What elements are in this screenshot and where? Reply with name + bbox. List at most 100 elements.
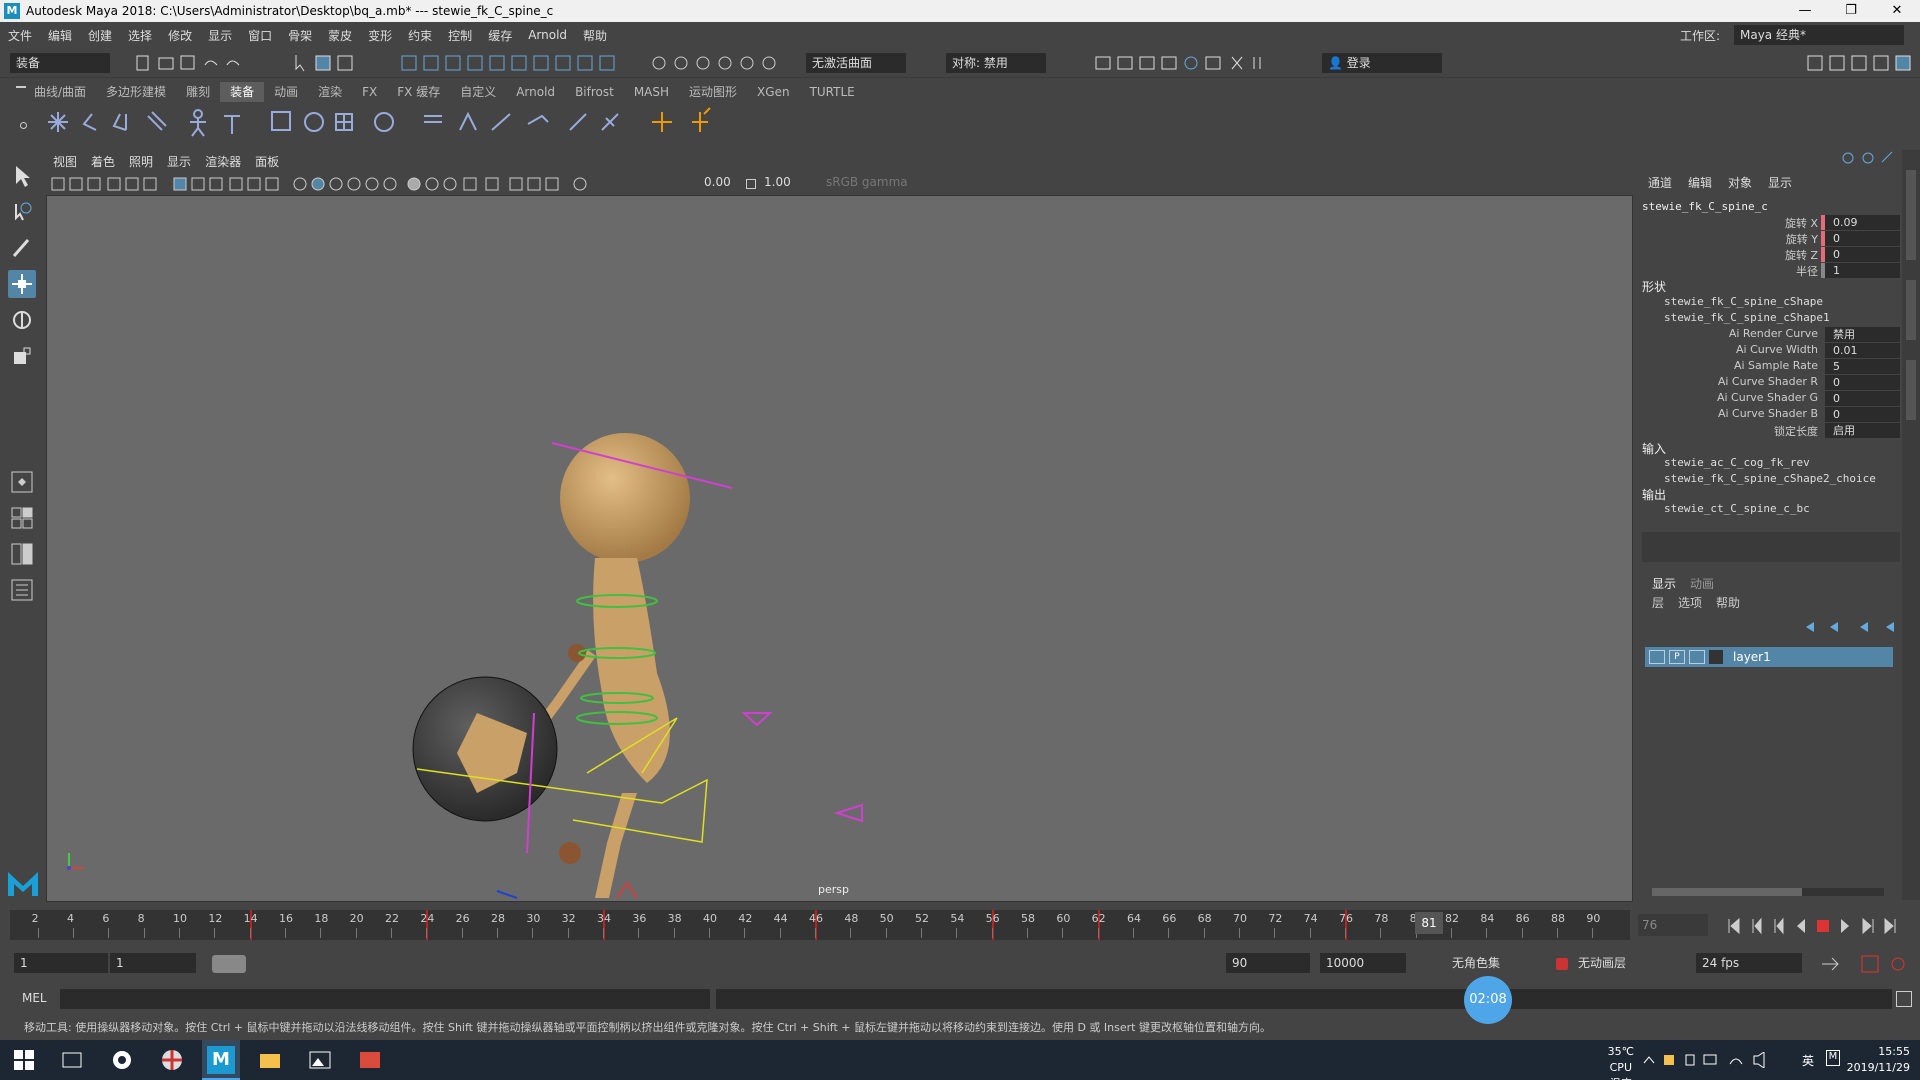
menuset-dropdown[interactable]: 装备 — [10, 53, 110, 73]
vp-menu-lighting[interactable]: 照明 — [122, 152, 160, 172]
vp-menu-show[interactable]: 显示 — [160, 152, 198, 172]
two-view-icon[interactable] — [8, 540, 36, 568]
anim-layer-dropdown[interactable]: 无动画层 — [1572, 953, 1672, 973]
range-option-icons[interactable] — [1818, 953, 1914, 975]
shelf-tab-rendering[interactable]: 渲染 — [308, 82, 352, 102]
select-tool-icon[interactable] — [8, 162, 36, 190]
cb-tab-edit[interactable]: 编辑 — [1680, 174, 1720, 191]
shelf-tab-curves[interactable]: 曲线/曲面 — [24, 82, 96, 102]
cb-attr-value[interactable]: 0 — [1825, 391, 1900, 406]
menu-select[interactable]: 选择 — [120, 27, 160, 44]
cpu-temp-widget[interactable]: 35℃ CPU温度 — [1608, 1044, 1634, 1080]
cb-attr-rotate-y[interactable]: 旋转 Y 0 — [1640, 231, 1902, 247]
cb-tab-show[interactable]: 显示 — [1760, 174, 1800, 191]
history-icons[interactable] — [650, 53, 800, 73]
windows-start-icon[interactable] — [10, 1046, 38, 1074]
shelf-tab-arnold[interactable]: Arnold — [506, 82, 565, 102]
cb-tab-object[interactable]: 对象 — [1720, 174, 1760, 191]
layer-scroll-thumb[interactable] — [1652, 888, 1802, 896]
gamma-field[interactable]: 1.00 — [764, 175, 791, 189]
ime-indicator[interactable]: 英 — [1802, 1052, 1814, 1069]
vp-menu-panels[interactable]: 面板 — [248, 152, 286, 172]
cb-shape-attr[interactable]: Ai Curve Shader R 0 — [1640, 375, 1902, 391]
cb-attr-rotate-z[interactable]: 旋转 Z 0 — [1640, 247, 1902, 263]
minimize-button[interactable]: — — [1782, 0, 1828, 22]
cb-shape-node[interactable]: stewie_fk_C_spine_cShape1 — [1664, 311, 1830, 324]
task-view-icon[interactable] — [58, 1046, 86, 1074]
cb-attr-value[interactable]: 0.09 — [1825, 215, 1900, 230]
scale-tool-icon[interactable] — [8, 342, 36, 370]
cb-attr-value[interactable]: 1 — [1825, 263, 1900, 278]
character-model[interactable] — [412, 433, 690, 898]
shelf-tab-xgen[interactable]: XGen — [747, 82, 800, 102]
layer-tab-display[interactable]: 显示 — [1652, 575, 1676, 592]
maya-tray-icon[interactable]: M — [1826, 1050, 1840, 1066]
cb-output-node[interactable]: stewie_ct_C_spine_c_bc — [1664, 502, 1810, 515]
time-slider[interactable]: 2 4 6 8 10 12 14 16 18 20 22 24 26 28 30 32 34 36 38 40 42 44… — [10, 910, 1630, 940]
vp-menu-renderer[interactable]: 渲染器 — [198, 152, 248, 172]
cb-shape-attr[interactable]: Ai Render Curve 禁用 — [1640, 327, 1902, 343]
maya-taskbar-item[interactable]: M — [202, 1040, 240, 1080]
file-explorer-icon[interactable] — [256, 1046, 284, 1074]
cb-shape-node[interactable]: stewie_fk_C_spine_cShape — [1664, 295, 1823, 308]
exposure-field[interactable]: 0.00 — [704, 175, 731, 189]
layer-color-swatch[interactable] — [1709, 650, 1723, 664]
range-slider-handle[interactable] — [212, 955, 246, 973]
shelf-tab-fx-cache[interactable]: FX 缓存 — [387, 82, 450, 102]
menu-cache[interactable]: 缓存 — [480, 27, 520, 44]
shelf-menu-icon[interactable] — [16, 86, 26, 88]
flower-app-icon[interactable] — [108, 1046, 136, 1074]
shelf-tab-rigging[interactable]: 装备 — [220, 82, 265, 102]
cb-shape-attr[interactable]: Ai Curve Shader G 0 — [1640, 391, 1902, 407]
layer-playback-toggle[interactable]: P — [1669, 650, 1685, 664]
menu-create[interactable]: 创建 — [80, 27, 120, 44]
anim-start-field[interactable]: 1 — [14, 953, 108, 973]
menu-skin[interactable]: 蒙皮 — [320, 27, 360, 44]
cb-attr-value[interactable]: 0 — [1825, 247, 1900, 262]
menu-display[interactable]: 显示 — [200, 27, 240, 44]
menu-control[interactable]: 控制 — [440, 27, 480, 44]
layer-name[interactable]: layer1 — [1733, 650, 1771, 664]
live-surface-field[interactable]: 无激活曲面 — [806, 53, 906, 73]
cb-attr-value[interactable]: 禁用 — [1825, 327, 1900, 342]
login-dropdown[interactable]: 👤 登录 — [1322, 53, 1442, 73]
close-button[interactable]: ✕ — [1874, 0, 1920, 22]
shelf-tab-custom[interactable]: 自定义 — [450, 82, 506, 102]
layer-menu-layers[interactable]: 层 — [1652, 594, 1664, 611]
cb-attr-value[interactable]: 0.01 — [1825, 343, 1900, 358]
current-frame-field[interactable]: 76 — [1638, 914, 1708, 936]
photos-app-icon[interactable] — [306, 1046, 334, 1074]
workspace-dropdown[interactable]: Maya 经典* — [1734, 25, 1904, 45]
anim-end-field[interactable]: 10000 — [1320, 953, 1406, 973]
shelf-tab-poly[interactable]: 多边形建模 — [96, 82, 176, 102]
layer-action-icons[interactable] — [1800, 619, 1900, 635]
playback-controls[interactable] — [1725, 915, 1915, 937]
rigging-shelf[interactable] — [40, 104, 1890, 140]
outliner-layout-icon[interactable] — [8, 576, 36, 604]
move-tool-icon[interactable] — [8, 270, 36, 298]
cb-shape-attr[interactable]: Ai Sample Rate 5 — [1640, 359, 1902, 375]
channel-box-header-icons[interactable] — [1840, 150, 1900, 166]
layer-menu-options[interactable]: 选项 — [1678, 594, 1702, 611]
playback-end-field[interactable]: 90 — [1226, 953, 1310, 973]
shelf-tab-motion-graphics[interactable]: 运动图形 — [679, 82, 747, 102]
side-tab-strip[interactable] — [1902, 150, 1920, 900]
selection-mode-icons[interactable] — [292, 53, 362, 73]
script-editor-icon[interactable] — [1896, 991, 1912, 1007]
shelf-tab-animation[interactable]: 动画 — [264, 82, 308, 102]
character-set-dropdown[interactable]: 无角色集 — [1446, 953, 1546, 973]
side-tab-attribute-editor[interactable] — [1906, 360, 1916, 420]
four-view-icon[interactable] — [8, 504, 36, 532]
side-tab-modeling-toolkit[interactable] — [1906, 280, 1916, 340]
playback-start-field[interactable]: 1 — [110, 953, 196, 973]
cb-shape-attr[interactable]: Ai Curve Shader B 0 — [1640, 407, 1902, 423]
clock[interactable]: 15:55 2019/11/29 — [1847, 1044, 1910, 1076]
viewport-panel[interactable] — [46, 152, 1633, 902]
menu-deform[interactable]: 变形 — [360, 27, 400, 44]
side-tab-channel-box[interactable] — [1906, 170, 1916, 260]
menu-edit[interactable]: 编辑 — [40, 27, 80, 44]
shelf-tab-turtle[interactable]: TURTLE — [800, 82, 865, 102]
cb-attr-rotate-x[interactable]: 旋转 X 0.09 — [1640, 215, 1902, 231]
menu-arnold[interactable]: Arnold — [520, 28, 575, 42]
cb-shape-attr[interactable]: 锁定长度 启用 — [1640, 423, 1902, 439]
